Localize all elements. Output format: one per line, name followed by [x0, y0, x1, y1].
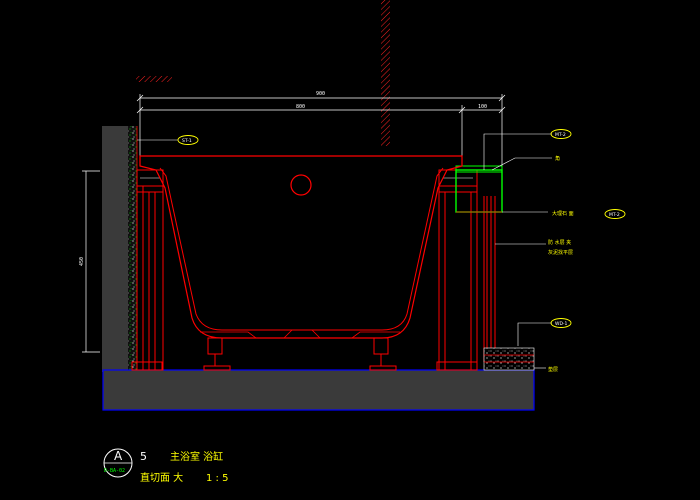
title-sheet-ref: D-BA-02 — [104, 468, 125, 474]
bathtub-section-drawing: 900 800 100 450 ST-1 MT-2 MT-2 WD-1 角 大理… — [79, 0, 626, 484]
tag-st1-text: ST-1 — [182, 138, 192, 144]
note-waterproof-1: 防 水层 夹 — [548, 239, 571, 246]
title-section-name: 直切面 大 — [140, 471, 183, 484]
title-scale: 1 : 5 — [206, 473, 228, 484]
bathtub-base-profile — [200, 329, 400, 339]
note-marble: 大理石 面 — [552, 210, 574, 217]
dimension-chain — [136, 94, 506, 172]
note-top-edge: 角 — [555, 155, 560, 162]
dim-height: 450 — [79, 257, 85, 266]
right-floor-fill — [483, 347, 535, 371]
tag-mt2-mid-text: MT-2 — [609, 212, 620, 218]
tub-foot-left — [203, 337, 231, 371]
title-letter: A — [114, 449, 123, 463]
tub-foot-right — [369, 337, 397, 371]
title-number: 5 — [140, 450, 147, 463]
leaders — [137, 133, 552, 369]
left-wall-plaster — [128, 126, 137, 372]
bathtub-shell-outer — [139, 155, 463, 339]
left-wall — [102, 126, 128, 372]
left-support-frame — [131, 169, 164, 371]
tag-wd1-text: WD-1 — [555, 321, 568, 327]
note-waterproof-2: 灰泥找平层 — [548, 249, 573, 256]
tag-mt2-top-text: MT-2 — [555, 132, 566, 138]
floor-slab — [102, 369, 535, 411]
top-left-hatch-mark — [136, 76, 172, 82]
dim-inner-width: 800 — [296, 104, 305, 110]
overflow-hole — [290, 174, 312, 196]
dim-side-width: 100 — [478, 104, 487, 110]
title-room-name: 主浴室 浴缸 — [170, 450, 223, 463]
ledge-top — [455, 165, 503, 173]
dim-overall-width: 900 — [316, 91, 325, 97]
vertical-pipe-hatch — [381, 0, 390, 146]
bathtub-shell-inner — [159, 167, 444, 331]
note-floor: 垫层 — [548, 366, 558, 373]
right-support-frame — [436, 169, 496, 371]
